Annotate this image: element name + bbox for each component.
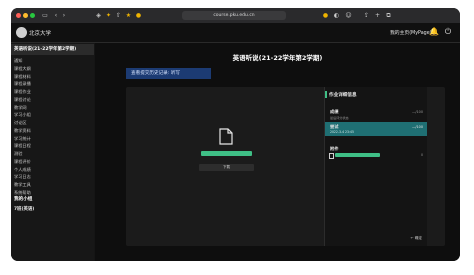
sidebar-course-title[interactable]: 英语听说(21-22学年第2学期): [11, 44, 94, 55]
sidebar-item[interactable]: 课程录播: [14, 80, 31, 88]
logo-text[interactable]: 北京大学: [29, 29, 51, 37]
sidebar-item[interactable]: 课程日程: [14, 142, 31, 150]
sidebar-item[interactable]: 教学资料: [14, 127, 31, 135]
main-content: 英语听说(21-22学年第2学期) 查看提交历史记录: 听写 下载 作业详细信息…: [95, 43, 460, 261]
group-link[interactable]: 7班(英语): [14, 206, 34, 212]
sidebar-item[interactable]: 个人成绩: [14, 166, 31, 174]
sidebar-item[interactable]: 课程大纲: [14, 65, 31, 73]
browser-toolbar: ▭ ‹ › ◈ ✦ ⇧ ★ ● course.pku.edu.cn ● ◐ ☺ …: [11, 8, 460, 23]
download-button[interactable]: 下载: [199, 164, 254, 171]
my-groups-heading: 我的小组: [14, 197, 33, 202]
sidebar-item[interactable]: 讨论区: [14, 119, 31, 127]
attachment-link[interactable]: [335, 153, 380, 157]
my-homepage-link[interactable]: 我的主页(MyPage): [390, 29, 432, 36]
attachment-file-icon: [329, 153, 334, 159]
share-icon[interactable]: ⇪: [363, 11, 370, 20]
attachments-label: 附件: [330, 146, 339, 151]
extension-icon[interactable]: ●: [322, 11, 329, 20]
university-logo[interactable]: [16, 27, 27, 38]
bookmark-icon[interactable]: ★: [125, 11, 132, 20]
close-window-button[interactable]: [16, 13, 21, 18]
extension-icon[interactable]: ✦: [105, 11, 112, 20]
attempt-row[interactable]: 尝试 2022-3-4 23:45 —/100: [325, 122, 427, 136]
chevron-left-icon[interactable]: ‹: [53, 11, 59, 20]
file-name-bar[interactable]: [201, 151, 252, 156]
sidebar-item[interactable]: 课程作业: [14, 88, 31, 96]
sidebar-item[interactable]: 课程材料: [14, 73, 31, 81]
power-icon[interactable]: ⏻: [443, 27, 453, 37]
sidebar-item[interactable]: 测验: [14, 150, 31, 158]
grade-status: 最后评分状态: [330, 116, 349, 120]
submission-panel: 下载 作业详细信息 成绩 最后评分状态 —/100 尝试 2022-3-4 23…: [126, 87, 445, 246]
sidebar-item[interactable]: 学习日志: [14, 173, 31, 181]
shield-icon[interactable]: ◈: [95, 11, 102, 20]
document-icon: [219, 128, 233, 145]
sidebar-item[interactable]: 教学网: [14, 104, 31, 112]
browser-window: ▭ ‹ › ◈ ✦ ⇧ ★ ● course.pku.edu.cn ● ◐ ☺ …: [11, 8, 460, 261]
extension-icon[interactable]: ●: [135, 11, 142, 20]
grade-value: —/100: [411, 110, 423, 114]
maximize-window-button[interactable]: [30, 13, 35, 18]
attempt-value: —/100: [411, 125, 423, 129]
attempt-date: 2022-3-4 23:45: [330, 130, 354, 134]
new-tab-icon[interactable]: +: [374, 11, 381, 20]
extension-icon[interactable]: ☺: [345, 11, 352, 20]
grade-row[interactable]: 成绩 最后评分状态 —/100: [325, 107, 427, 121]
sidebar-item[interactable]: 通知: [14, 57, 31, 65]
assignment-details-panel: 作业详细信息 成绩 最后评分状态 —/100 尝试 2022-3-4 23:45…: [324, 87, 427, 246]
sidebar-toggle-icon[interactable]: ▭: [41, 11, 49, 20]
details-title: 作业详细信息: [329, 93, 357, 98]
sidebar-item[interactable]: 课程讨论: [14, 96, 31, 104]
bell-icon[interactable]: 🔔: [429, 27, 439, 37]
share-icon[interactable]: ⇧: [115, 11, 122, 20]
tabs-overview-icon[interactable]: ⧉: [385, 11, 392, 20]
chevron-right-icon[interactable]: ›: [61, 11, 67, 20]
extension-icon[interactable]: ◐: [333, 11, 340, 20]
site-header: 北京大学 我的主页(MyPage) 🔔 ⏻: [11, 23, 460, 43]
ok-button[interactable]: ← 确定: [411, 236, 422, 241]
sidebar-menu: 通知 课程大纲 课程材料 课程录播 课程作业 课程讨论 教学网 学习小组 讨论区…: [14, 57, 31, 197]
page-title: 英语听说(21-22学年第2学期): [232, 54, 323, 62]
attachment-count: 0: [420, 153, 423, 157]
minimize-window-button[interactable]: [23, 13, 28, 18]
sidebar-item[interactable]: 学习小组: [14, 111, 31, 119]
sidebar-item[interactable]: 学习统计: [14, 135, 31, 143]
accent-bar: [325, 91, 327, 98]
address-bar[interactable]: course.pku.edu.cn: [182, 11, 286, 20]
submission-history-button[interactable]: 查看提交历史记录: 听写: [126, 68, 211, 79]
sidebar-item[interactable]: 课程评价: [14, 158, 31, 166]
sidebar-item[interactable]: 教学工具: [14, 181, 31, 189]
